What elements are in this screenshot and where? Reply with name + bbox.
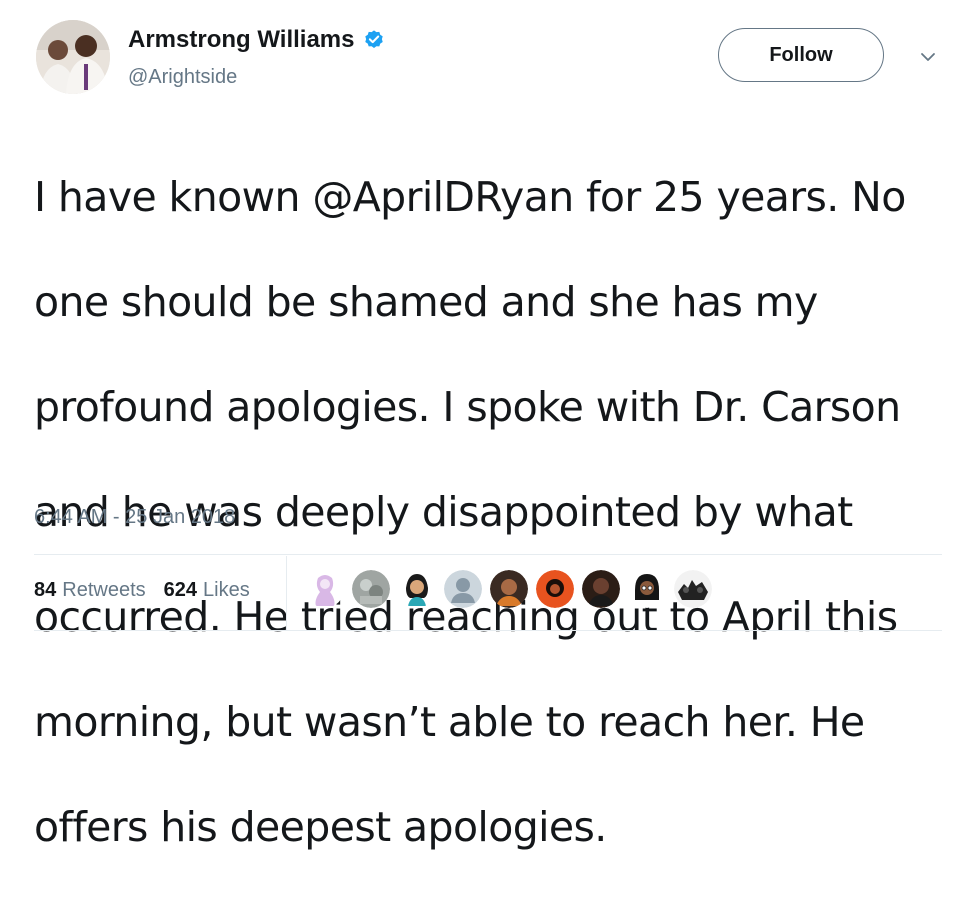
likes-label: Likes bbox=[203, 579, 250, 601]
liker-avatar[interactable] bbox=[490, 570, 528, 608]
display-name-text: Armstrong Williams bbox=[128, 26, 355, 53]
liker-avatars bbox=[306, 570, 720, 608]
retweets-label: Retweets bbox=[62, 579, 146, 601]
retweets-count: 84 bbox=[34, 579, 57, 601]
tweet-stats: 84 Retweets 624 Likes bbox=[34, 579, 268, 602]
tweet-card: Armstrong Williams @Arightside Follow I … bbox=[0, 0, 980, 851]
liker-avatar[interactable] bbox=[536, 570, 574, 608]
liker-avatar[interactable] bbox=[352, 570, 390, 608]
likes-count: 624 bbox=[163, 579, 197, 601]
liker-avatar[interactable] bbox=[398, 570, 436, 608]
tweet-text-line: one should be shamed and she has my bbox=[34, 277, 818, 326]
tweet-timestamp[interactable]: 6:44 AM - 25 Jan 2018 bbox=[34, 506, 235, 529]
stats-separator bbox=[286, 556, 287, 630]
liker-avatar[interactable] bbox=[582, 570, 620, 608]
liker-avatar[interactable] bbox=[628, 570, 666, 608]
retweets-stat[interactable]: 84 Retweets bbox=[34, 579, 146, 602]
follow-button[interactable]: Follow bbox=[718, 28, 884, 82]
tweet-text-line: profound apologies. I spoke with Dr. Car… bbox=[34, 382, 901, 431]
liker-avatar[interactable] bbox=[306, 570, 344, 608]
liker-avatar[interactable] bbox=[444, 570, 482, 608]
chevron-down-icon[interactable] bbox=[918, 50, 938, 64]
divider bbox=[34, 554, 942, 555]
likes-stat[interactable]: 624 Likes bbox=[164, 579, 250, 602]
tweet-text-line: I have known @AprilDRyan for 25 years. N… bbox=[34, 172, 906, 221]
tweet-text-line: offers his deepest apologies. bbox=[34, 802, 607, 851]
user-handle[interactable]: @Arightside bbox=[128, 66, 237, 89]
user-display-name[interactable]: Armstrong Williams bbox=[128, 26, 385, 54]
liker-avatar[interactable] bbox=[674, 570, 712, 608]
divider bbox=[34, 630, 942, 631]
user-avatar[interactable] bbox=[36, 20, 110, 94]
tweet-text-line: morning, but wasn’t able to reach her. H… bbox=[34, 697, 865, 746]
verified-badge-icon bbox=[363, 29, 385, 51]
